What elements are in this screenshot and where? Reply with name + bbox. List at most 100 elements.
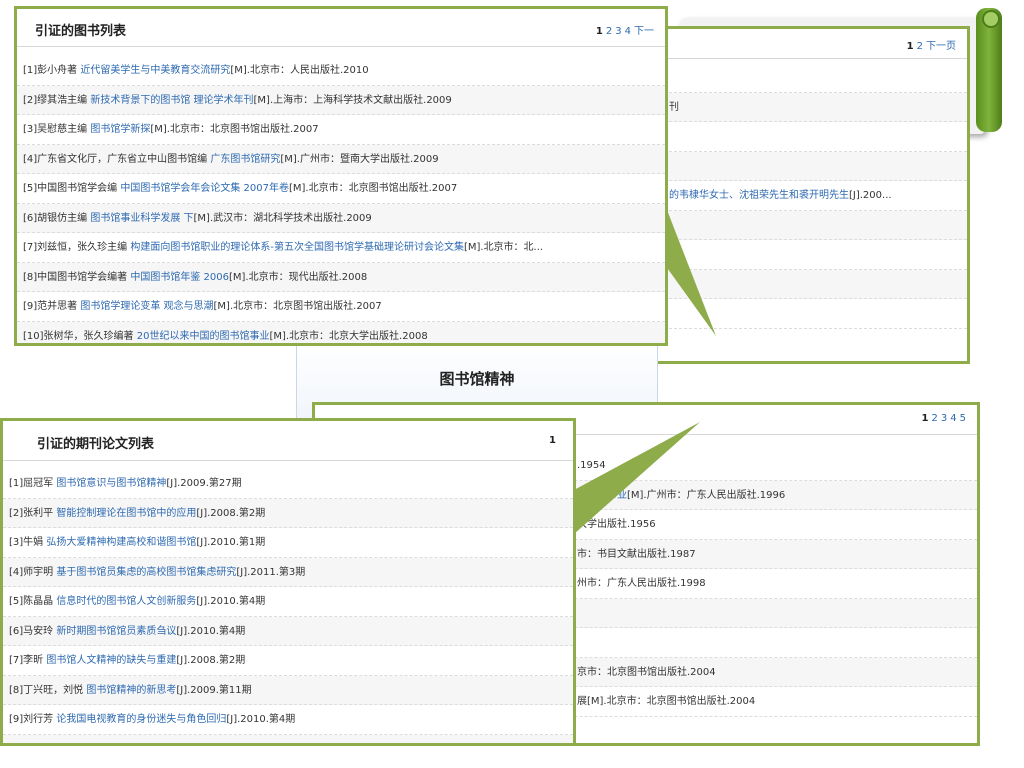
panel-header: 引证的图书列表 1 2 3 4 下一	[17, 9, 665, 47]
citation-row: [4]师宇明 基于图书馆员集虑的高校图书馆集虑研究[J].2011.第3期	[3, 557, 573, 587]
citation-source: [M].广州市：广东人民出版社.1996	[627, 489, 786, 501]
citation-row: [7]刘兹恒，张久珍主编 构建面向图书馆职业的理论体系-第五次全国图书馆学基础理…	[17, 233, 665, 263]
cited-books-panel: 引证的图书列表 1 2 3 4 下一 [1]彭小舟著 近代留美学生与中美教育交流研究[M…	[14, 6, 668, 346]
pager-next-link[interactable]: 下一	[634, 26, 654, 37]
citation-author: [8]丁兴旺，刘悦	[9, 684, 87, 696]
citation-title-link[interactable]: 20世纪以来中国的图书馆事业	[137, 331, 270, 342]
citation-source: [J].2010.第4期	[176, 625, 246, 637]
citation-title-link[interactable]: 基于图书馆员集虑的高校图书馆集虑研究	[56, 567, 236, 578]
citation-source: [M].广州市：暨南大学出版社.2009	[280, 153, 439, 165]
citation-source: [M].北京市：北...	[463, 242, 544, 253]
citation-row: [8]中国图书馆学会编著 中国图书馆年鉴 2006[M].北京市：现代出版社.2…	[17, 262, 665, 292]
citation-author: [2]缪其浩主编	[23, 94, 91, 106]
pager: 1	[549, 435, 559, 446]
citation-author: [4]广东省文化厅，广东省立中山图书馆编	[23, 153, 211, 165]
pager-page-link[interactable]: 3	[615, 26, 621, 37]
citation-source: [J].2010.第1期	[196, 537, 266, 548]
pager-page-link[interactable]: 4	[950, 413, 956, 424]
citation-source: [J].2009.第27期	[166, 478, 242, 489]
citation-author: [5]中国图书馆学会编	[23, 183, 121, 194]
citation-author: [8]中国图书馆学会编著	[23, 271, 131, 283]
citation-source: [J].2010.第4期	[226, 714, 296, 725]
citation-source: [M].北京市：人民出版社.2010	[230, 65, 369, 76]
citation-author: [6]马安玲	[9, 625, 57, 637]
citation-title-link[interactable]: 弘扬大爱精神构建高校和谐图书馆	[46, 537, 196, 548]
pager: 1 2 下一页	[907, 37, 959, 52]
citation-list: [1]屈冠军 图书馆意识与图书馆精神[J].2009.第27期 [2]张利平 智能…	[3, 469, 573, 747]
citation-row: [10]薛利平，郑伟 图书馆文化品位与馆员文化品味[J].2011.第2期	[3, 734, 573, 747]
citation-title-link[interactable]: 图书馆人文精神的缺失与重建	[46, 655, 176, 666]
citation-source: [M].北京市：北京图书馆出版社.2007	[150, 124, 319, 135]
citation-row: [2]张利平 智能控制理论在图书馆中的应用[J].2008.第2期	[3, 498, 573, 528]
citation-row: [1]屈冠军 图书馆意识与图书馆精神[J].2009.第27期	[3, 469, 573, 499]
citation-title-link[interactable]: 新时期图书馆馆员素质刍议	[56, 626, 176, 637]
citation-author: [2]张利平	[9, 507, 57, 519]
citation-title-link[interactable]: 中国图书馆学会年会论文集 2007年卷	[120, 183, 289, 194]
citation-source: [J].2008.第2期	[196, 507, 266, 519]
citation-source: [J].2011.第2期	[233, 744, 302, 747]
citation-source: [J].2008.第2期	[176, 655, 246, 666]
pager-current: 1	[595, 26, 603, 37]
citation-author: [9]刘行芳	[9, 714, 57, 725]
citation-source: [J].200...	[849, 190, 892, 201]
citation-source: [M].北京市：现代出版社.2008	[228, 271, 368, 283]
pager: 1 2 3 4 下一	[596, 22, 657, 37]
citation-title-link[interactable]: 图书馆学理论变革 观念与思潮	[80, 301, 213, 312]
panel-title: 引证的图书列表	[35, 24, 127, 39]
citation-title-link[interactable]: 图书馆意识与图书馆精神	[56, 478, 166, 489]
citation-author: [6]胡银仿主编	[23, 212, 91, 224]
citation-title-link[interactable]: 智能控制理论在图书馆中的应用	[56, 508, 196, 519]
pager-page-link[interactable]: 2	[932, 413, 938, 424]
citation-row: [1]彭小舟著 近代留美学生与中美教育交流研究[M].北京市：人民出版社.201…	[17, 56, 665, 86]
scroll-curl	[982, 10, 1000, 28]
pager: 12345	[922, 413, 969, 424]
citation-author: [7]刘兹恒，张久珍主编	[23, 242, 131, 253]
citation-title-link[interactable]: 图书馆学新探	[90, 124, 150, 135]
citation-source: [J].2011.第3期	[236, 566, 306, 578]
citation-title-link[interactable]: 图书馆文化品位与馆员文化品味	[93, 744, 233, 747]
citation-author: [1]屈冠军	[9, 478, 57, 489]
citation-author: [5]陈晶晶	[9, 596, 57, 607]
pager-next-link[interactable]: 下一页	[926, 41, 956, 52]
citation-source: [M].北京市：北京图书馆出版社.2007	[213, 301, 382, 312]
citation-title-link[interactable]: 广东图书馆研究	[210, 154, 280, 165]
pager-page-link[interactable]: 4	[625, 26, 631, 37]
pager-current: 1	[906, 41, 914, 52]
citation-row: [3]牛娟 弘扬大爱精神构建高校和谐图书馆[J].2010.第1期	[3, 528, 573, 558]
citation-title-link[interactable]: 的韦棣华女士、沈祖荣先生和裘开明先生	[669, 190, 849, 201]
citation-source: [J].2009.第11期	[176, 684, 252, 696]
citation-row: [9]范并思著 图书馆学理论变革 观念与思潮[M].北京市：北京图书馆出版社.2…	[17, 292, 665, 322]
citation-author: [7]李昕	[9, 655, 47, 666]
citation-source: 市：书目文献出版社.1987	[577, 548, 696, 560]
citation-title-link[interactable]: 信息时代的图书馆人文创新服务	[56, 596, 196, 607]
citation-title-link[interactable]: 图书馆事业科学发展 下	[90, 213, 193, 224]
citation-row: [7]李昕 图书馆人文精神的缺失与重建[J].2008.第2期	[3, 646, 573, 676]
citation-row: [4]广东省文化厅，广东省立中山图书馆编 广东图书馆研究[M].广州市：暨南大学…	[17, 144, 665, 174]
citation-source: 大学出版社.1956	[577, 519, 656, 530]
citation-row: [2]缪其浩主编 新技术背景下的图书馆 理论学术年刊[M].上海市：上海科学技术…	[17, 85, 665, 115]
citation-source: [J].2010.第4期	[196, 596, 266, 607]
citation-row: [5]陈晶晶 信息时代的图书馆人文创新服务[J].2010.第4期	[3, 587, 573, 617]
citation-source: [M].武汉市：湖北科学技术出版社.2009	[193, 212, 372, 224]
citation-title-link[interactable]: 中国图书馆年鉴 2006	[130, 272, 229, 283]
pager-page-link[interactable]: 2	[917, 41, 923, 52]
citation-row: [8]丁兴旺，刘悦 图书馆精神的新思考[J].2009.第11期	[3, 675, 573, 705]
pager-current: 1	[549, 435, 556, 446]
citation-row: [9]刘行芳 论我国电视教育的身份迷失与角色回归[J].2010.第4期	[3, 705, 573, 735]
panel-title: 引证的期刊论文列表	[37, 437, 155, 452]
citation-title-link[interactable]: 新技术背景下的图书馆 理论学术年刊	[90, 95, 253, 106]
citation-author: [3]牛娟	[9, 537, 47, 548]
pager-page-link[interactable]: 2	[606, 26, 612, 37]
citation-title-link[interactable]: 图书馆事业	[577, 490, 627, 501]
citation-title-link[interactable]: 构建面向图书馆职业的理论体系-第五次全国图书馆学基础理论研讨会论文集	[130, 242, 464, 253]
citation-author: [4]师宇明	[9, 566, 57, 578]
pager-page-link[interactable]: 5	[960, 413, 966, 424]
pager-current: 1	[921, 413, 929, 424]
citation-author: [9]范并思著	[23, 301, 81, 312]
citation-row: [10]张树华，张久珍编著 20世纪以来中国的图书馆事业[M].北京市：北京大学…	[17, 321, 665, 343]
citation-title-link[interactable]: 近代留美学生与中美教育交流研究	[80, 65, 230, 76]
citation-author: [1]彭小舟著	[23, 65, 81, 76]
pager-page-link[interactable]: 3	[941, 413, 947, 424]
citation-title-link[interactable]: 图书馆精神的新思考	[86, 685, 176, 696]
citation-title-link[interactable]: 论我国电视教育的身份迷失与角色回归	[56, 714, 226, 725]
